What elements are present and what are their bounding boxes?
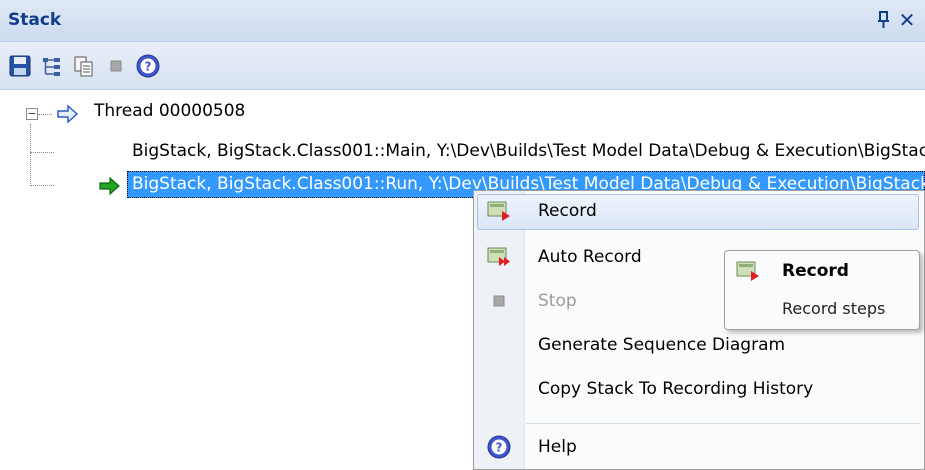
thread-node-label[interactable]: Thread 00000508	[94, 101, 245, 121]
menu-separator	[526, 423, 920, 424]
toolbar: ?	[0, 42, 925, 90]
panel-title: Stack	[8, 10, 62, 30]
panel-titlebar: Stack ✕	[0, 0, 925, 42]
tooltip-description: Record steps	[782, 299, 886, 318]
auto-record-icon	[486, 245, 512, 269]
tree-structure-icon[interactable]	[38, 52, 66, 80]
stop-icon	[486, 289, 512, 313]
tree-connector	[38, 114, 52, 115]
menu-item-copy-stack[interactable]: Copy Stack To Recording History	[474, 369, 924, 409]
record-tooltip: Record Record steps	[724, 250, 920, 330]
menu-item-label: Record	[538, 201, 597, 221]
help-icon: ?	[486, 435, 512, 459]
thread-arrow-icon	[56, 104, 80, 124]
help-icon[interactable]: ?	[134, 52, 162, 80]
tree-connector	[30, 152, 54, 153]
save-icon[interactable]	[6, 52, 34, 80]
collapse-toggle-icon[interactable]: −	[26, 108, 38, 120]
tree-guide-line	[30, 124, 31, 186]
menu-item-record[interactable]: Record	[474, 191, 924, 231]
pin-icon[interactable]	[875, 8, 893, 32]
tooltip-title: Record	[782, 261, 849, 281]
current-frame-arrow-icon	[98, 176, 122, 196]
copy-icon[interactable]	[70, 52, 98, 80]
record-icon	[735, 259, 761, 283]
stack-frame-item[interactable]: BigStack, BigStack.Class001::Main, Y:\De…	[132, 141, 925, 161]
svg-text:?: ?	[145, 60, 152, 74]
svg-text:?: ?	[496, 441, 503, 455]
tree-connector	[30, 185, 54, 186]
menu-item-label: Generate Sequence Diagram	[538, 335, 786, 355]
stop-icon[interactable]	[102, 52, 130, 80]
menu-item-label: Auto Record	[538, 247, 642, 267]
menu-item-label: Copy Stack To Recording History	[538, 379, 814, 399]
record-icon	[486, 199, 512, 223]
menu-item-label: Stop	[538, 291, 577, 311]
menu-item-generate-sequence-diagram[interactable]: Generate Sequence Diagram	[474, 325, 924, 365]
close-icon[interactable]: ✕	[897, 8, 917, 32]
menu-item-label: Help	[538, 437, 577, 457]
menu-item-help[interactable]: ? Help	[474, 427, 924, 467]
context-menu: Record Auto Record Stop Generate Sequenc…	[473, 190, 925, 470]
